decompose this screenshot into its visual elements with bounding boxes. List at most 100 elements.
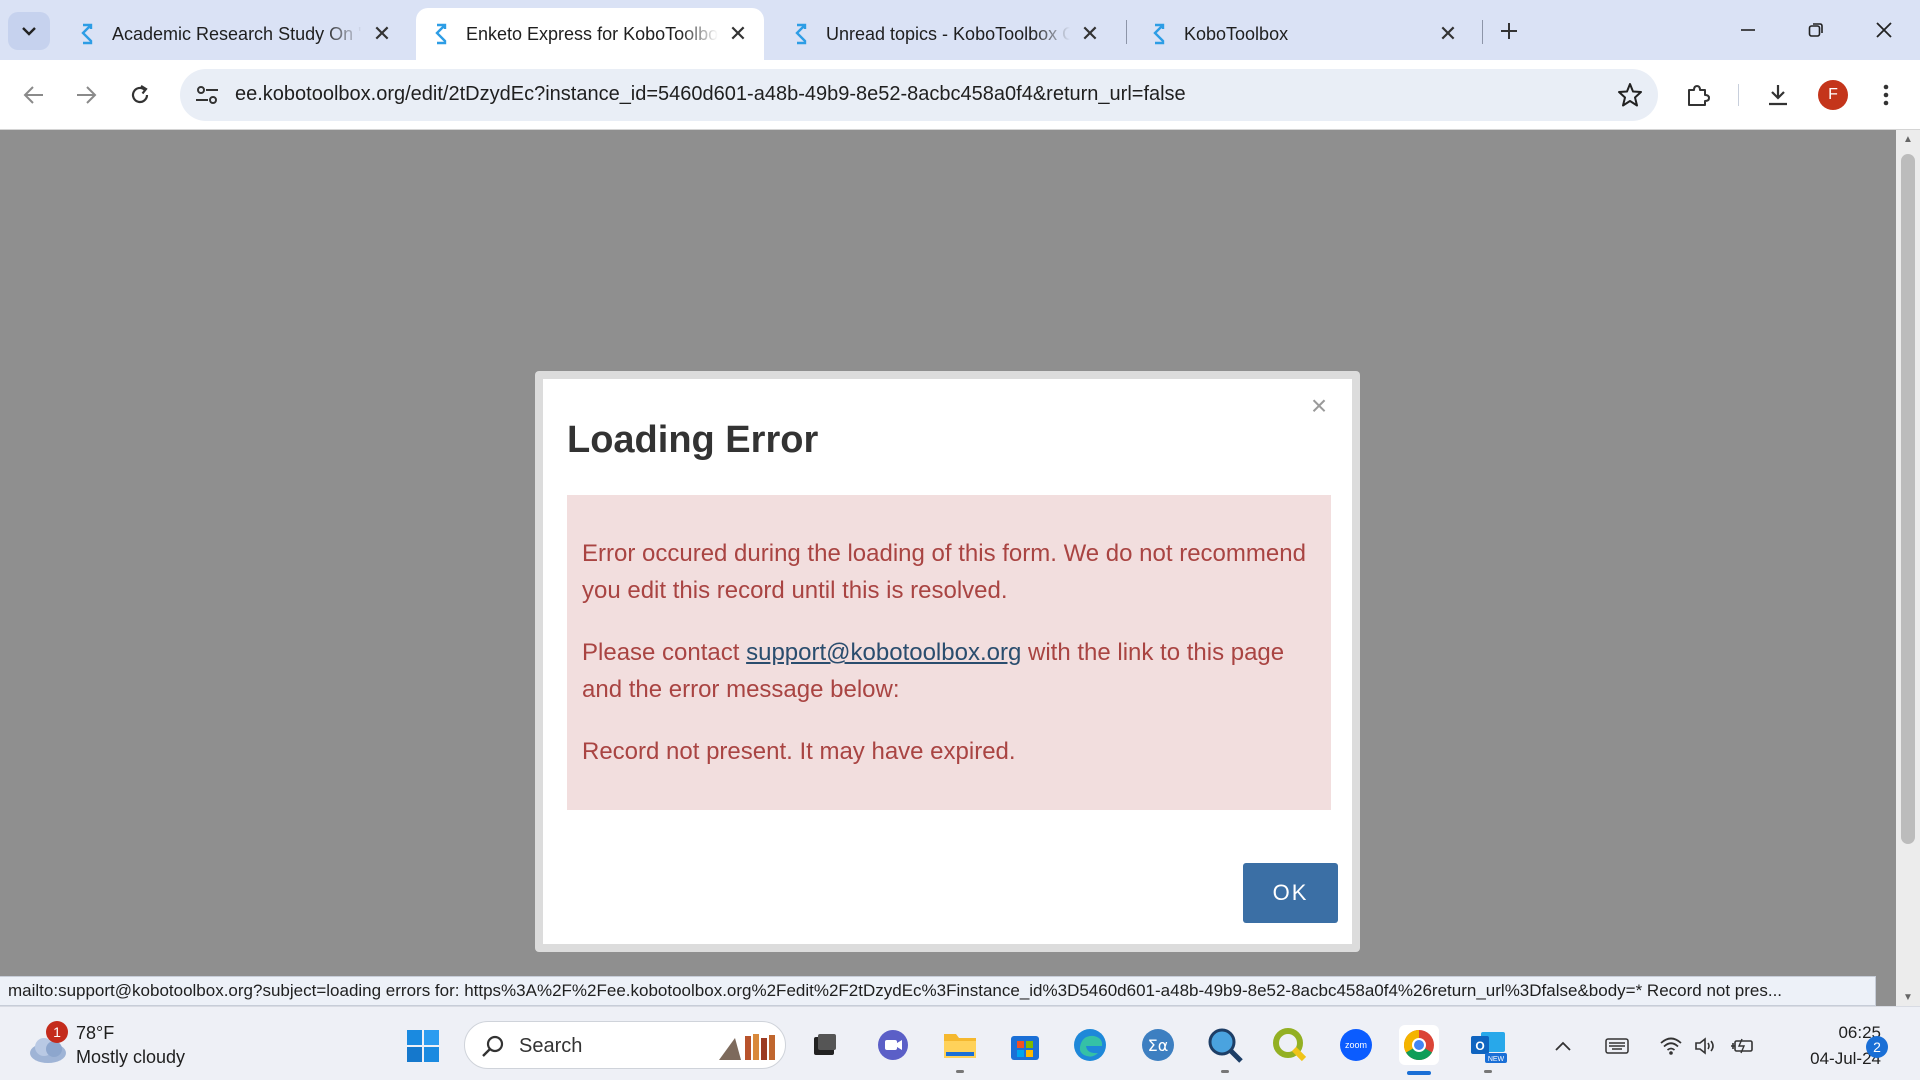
scroll-up-icon[interactable]: ▲ bbox=[1902, 134, 1914, 146]
tab-kobotoolbox[interactable]: KoboToolbox ✕ bbox=[1134, 8, 1474, 60]
taskbar-qgis[interactable] bbox=[1270, 1025, 1310, 1065]
arrow-left-icon bbox=[23, 86, 43, 104]
puzzle-icon bbox=[1688, 85, 1710, 106]
loading-error-dialog: × Loading Error Error occured during the… bbox=[543, 379, 1352, 944]
tab-enketo-express[interactable]: Enketo Express for KoboToolbox ✕ bbox=[416, 8, 764, 60]
taskbar-edge[interactable] bbox=[1070, 1025, 1110, 1065]
taskbar-chrome[interactable] bbox=[1399, 1025, 1439, 1075]
close-icon[interactable]: ✕ bbox=[370, 21, 394, 46]
folder-icon bbox=[944, 1034, 976, 1058]
plus-icon bbox=[1501, 23, 1517, 39]
tab-search-button[interactable] bbox=[8, 12, 50, 50]
close-icon[interactable]: ✕ bbox=[1436, 21, 1460, 46]
address-bar[interactable]: ee.kobotoolbox.org/edit/2tDzydEc?instanc… bbox=[180, 69, 1658, 121]
back-button[interactable] bbox=[16, 77, 52, 113]
tab-separator bbox=[1482, 20, 1483, 44]
new-tab-button[interactable] bbox=[1494, 16, 1524, 46]
error-message: Error occured during the loading of this… bbox=[582, 540, 1306, 604]
contact-prefix: Please contact bbox=[582, 639, 747, 666]
url-text: ee.kobotoolbox.org/edit/2tDzydEc?instanc… bbox=[235, 83, 1186, 105]
battery-tray[interactable] bbox=[1730, 1033, 1756, 1059]
dialog-close-icon[interactable]: × bbox=[1304, 391, 1334, 421]
bookmark-star-icon[interactable] bbox=[1616, 81, 1644, 109]
taskbar-teams[interactable] bbox=[873, 1025, 913, 1065]
browser-menu-button[interactable] bbox=[1868, 77, 1904, 113]
kobo-favicon-icon bbox=[1148, 23, 1170, 45]
reload-icon bbox=[131, 85, 149, 104]
forward-button[interactable] bbox=[68, 77, 104, 113]
close-icon[interactable]: ✕ bbox=[1078, 21, 1102, 46]
weather-description: Mostly cloudy bbox=[76, 1047, 186, 1067]
running-indicator bbox=[956, 1070, 964, 1073]
kobo-favicon-icon bbox=[76, 23, 98, 45]
clock-date[interactable]: 04-Jul-24 bbox=[1778, 1049, 1881, 1069]
qgis-icon bbox=[1273, 1028, 1307, 1062]
tab-unread-topics[interactable]: Unread topics - KoboToolbox Community ✕ bbox=[776, 8, 1116, 60]
running-indicator bbox=[1221, 1070, 1229, 1073]
taskbar-math-app[interactable]: Σα bbox=[1138, 1025, 1178, 1065]
tab-separator bbox=[1126, 20, 1127, 44]
show-hidden-icons[interactable] bbox=[1550, 1033, 1576, 1059]
tab-title: Academic Research Study On "L bbox=[112, 23, 362, 44]
minimize-button[interactable] bbox=[1728, 10, 1768, 50]
close-window-button[interactable] bbox=[1864, 10, 1904, 50]
battery-charging-icon bbox=[1731, 1038, 1753, 1054]
wifi-tray[interactable] bbox=[1658, 1033, 1684, 1059]
taskbar-search-app[interactable] bbox=[1205, 1025, 1245, 1073]
chrome-icon bbox=[1403, 1030, 1434, 1061]
link-status-bubble: mailto:support@kobotoolbox.org?subject=l… bbox=[0, 976, 1876, 1006]
weather-temperature: 78°F bbox=[76, 1023, 115, 1043]
svg-text:Σα: Σα bbox=[1148, 1036, 1169, 1055]
scroll-thumb[interactable] bbox=[1901, 154, 1915, 844]
tab-title: Enketo Express for KoboToolbox bbox=[466, 23, 718, 44]
error-detail: Record not present. It may have expired. bbox=[582, 738, 1016, 765]
restore-button[interactable] bbox=[1796, 10, 1836, 50]
tab-title: Unread topics - KoboToolbox Community bbox=[826, 23, 1070, 44]
downloads-button[interactable] bbox=[1760, 77, 1796, 113]
reload-button[interactable] bbox=[122, 77, 158, 113]
taskbar-task-view[interactable] bbox=[805, 1025, 845, 1065]
zoom-label: zoom bbox=[1345, 1040, 1367, 1050]
kobo-favicon-icon bbox=[790, 23, 812, 45]
edge-browser-icon bbox=[1074, 1029, 1106, 1061]
keyboard-tray[interactable] bbox=[1604, 1033, 1630, 1059]
windows-start-icon[interactable] bbox=[406, 1029, 440, 1063]
toolbar-divider bbox=[1738, 84, 1739, 106]
ok-button[interactable]: OK bbox=[1243, 863, 1338, 923]
wifi-icon bbox=[1660, 1037, 1682, 1055]
magnifier-globe-icon bbox=[1208, 1028, 1243, 1063]
error-alert: Error occured during the loading of this… bbox=[567, 495, 1331, 810]
close-icon bbox=[1876, 22, 1892, 38]
restore-icon bbox=[1808, 23, 1823, 37]
kobo-favicon-icon bbox=[430, 23, 452, 45]
taskbar-file-explorer[interactable] bbox=[940, 1025, 980, 1073]
support-email-link[interactable]: support@kobotoolbox.org bbox=[746, 639, 1021, 666]
contact-message: Please contact support@kobotoolbox.org w… bbox=[582, 634, 1316, 708]
taskbar-outlook[interactable]: O NEW bbox=[1468, 1025, 1508, 1073]
outlook-new-badge: NEW bbox=[1488, 1056, 1505, 1063]
taskbar-zoom[interactable]: zoom bbox=[1336, 1025, 1376, 1065]
scroll-down-icon[interactable]: ▼ bbox=[1902, 992, 1914, 1004]
tab-academic-research[interactable]: Academic Research Study On "L ✕ bbox=[62, 8, 408, 60]
taskbar-search[interactable]: Search bbox=[464, 1021, 786, 1069]
windows-taskbar: 1 78°F Mostly cloudy Search Σα zoom O NE… bbox=[0, 1006, 1920, 1080]
svg-text:O: O bbox=[1475, 1039, 1484, 1053]
site-settings-icon[interactable] bbox=[194, 83, 220, 107]
dialog-title: Loading Error bbox=[567, 419, 819, 461]
page-scrollbar[interactable]: ▲ ▼ bbox=[1896, 130, 1920, 1006]
notification-badge[interactable]: 2 bbox=[1866, 1036, 1888, 1058]
profile-avatar[interactable]: F bbox=[1818, 80, 1848, 110]
chevron-up-icon bbox=[1555, 1041, 1571, 1051]
more-vertical-icon bbox=[1883, 84, 1889, 106]
extensions-button[interactable] bbox=[1680, 77, 1716, 113]
keyboard-icon bbox=[1605, 1038, 1629, 1054]
volume-tray[interactable] bbox=[1693, 1033, 1719, 1059]
weather-badge: 1 bbox=[46, 1021, 68, 1043]
close-icon[interactable]: ✕ bbox=[726, 21, 750, 46]
taskbar-store[interactable] bbox=[1005, 1025, 1045, 1065]
speaker-icon bbox=[1695, 1037, 1714, 1055]
modal-frame: × Loading Error Error occured during the… bbox=[535, 371, 1360, 952]
running-indicator bbox=[1484, 1070, 1492, 1073]
minimize-icon bbox=[1741, 29, 1755, 31]
tab-strip: Academic Research Study On "L ✕ Enketo E… bbox=[0, 0, 1920, 60]
